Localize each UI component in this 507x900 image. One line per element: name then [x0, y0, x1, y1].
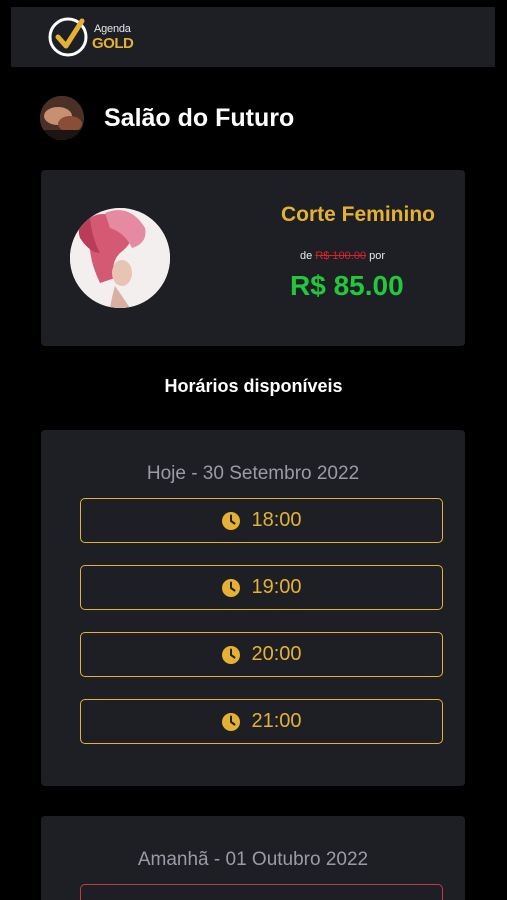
- time-slot-button[interactable]: 18:00: [80, 498, 443, 543]
- logo-text-top: Agenda: [94, 23, 131, 35]
- day-title: Amanhã - 01 Outubro 2022: [137, 849, 369, 870]
- salon-name: Salão do Futuro: [104, 103, 295, 132]
- time-slot-label: 18:00: [251, 509, 302, 531]
- time-slot-label: 21:00: [251, 710, 302, 732]
- price-suffix: por: [369, 250, 386, 262]
- logo-text-bottom: GOLD: [92, 35, 134, 52]
- checkmark-logo-icon: [48, 17, 88, 57]
- time-slot-button[interactable]: [80, 884, 443, 900]
- clock-icon: [222, 645, 241, 664]
- time-slot-label: 20:00: [251, 643, 302, 665]
- salon-avatar[interactable]: [40, 96, 84, 140]
- day-title: Hoje - 30 Setembro 2022: [146, 463, 360, 484]
- old-price: R$ 100.00: [315, 250, 367, 262]
- clock-icon: [222, 712, 241, 731]
- time-slot-label: 19:00: [251, 576, 302, 598]
- salon-info: Salão do Futuro: [40, 96, 294, 140]
- new-price: R$ 85.00: [290, 270, 404, 301]
- available-times-heading: Horários disponíveis: [164, 376, 343, 396]
- time-slot-button[interactable]: 19:00: [80, 565, 443, 610]
- price-prefix: de: [300, 250, 313, 262]
- price-original-line: de R$ 100.00 por: [300, 250, 385, 262]
- service-card: Corte Feminino de R$ 100.00 por R$ 85.00: [41, 170, 465, 346]
- clock-icon: [222, 511, 241, 530]
- day-card-today: Hoje - 30 Setembro 2022 18:00 19:00 20:0…: [41, 430, 465, 786]
- time-slot-button[interactable]: 21:00: [80, 699, 443, 744]
- time-slot-button[interactable]: 20:00: [80, 632, 443, 677]
- service-title: Corte Feminino: [280, 203, 435, 226]
- service-photo: [70, 208, 170, 308]
- day-card-tomorrow: Amanhã - 01 Outubro 2022: [41, 816, 465, 900]
- app-header: Agenda GOLD: [11, 7, 495, 67]
- agenda-gold-logo[interactable]: Agenda GOLD: [48, 15, 148, 59]
- clock-icon: [222, 578, 241, 597]
